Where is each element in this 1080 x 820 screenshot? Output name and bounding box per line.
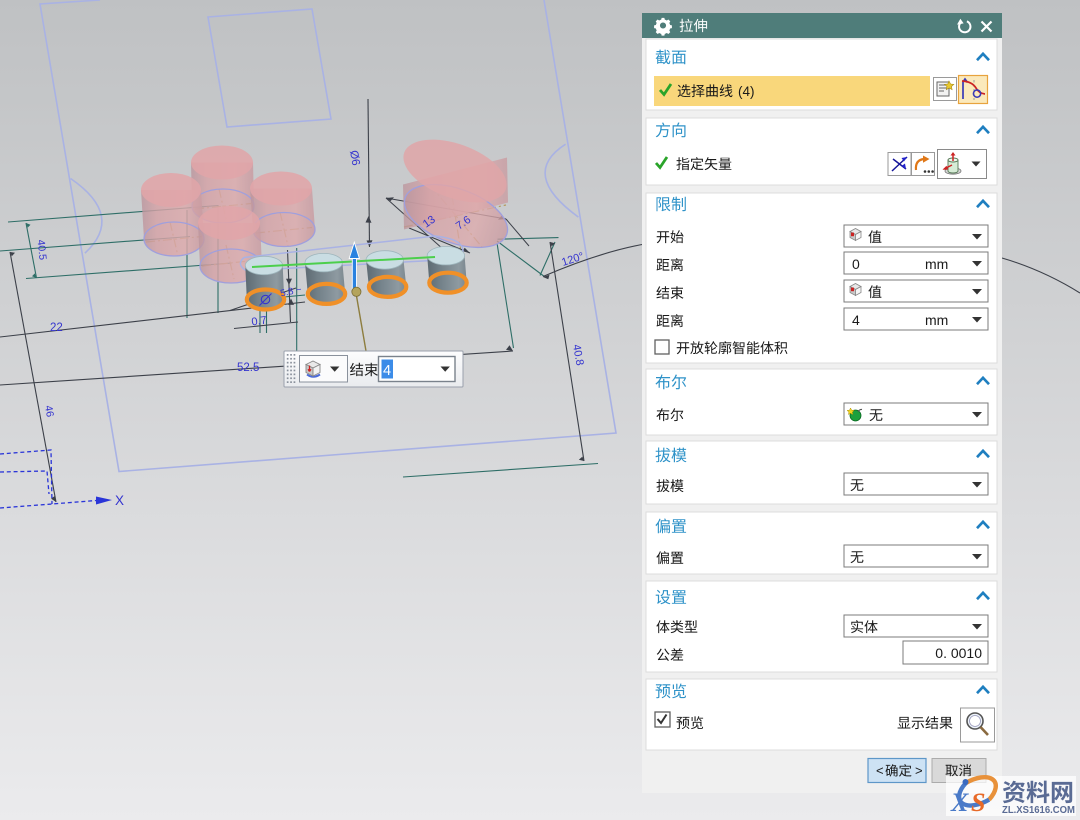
svg-text:>: > bbox=[915, 763, 923, 778]
svg-text:S: S bbox=[971, 788, 985, 817]
svg-text:40.5: 40.5 bbox=[35, 239, 49, 261]
svg-text:mm: mm bbox=[925, 312, 948, 328]
svg-text:0.7: 0.7 bbox=[251, 314, 268, 328]
svg-text:0: 0 bbox=[852, 256, 860, 272]
svg-text:(4): (4) bbox=[738, 84, 755, 99]
svg-text:mm: mm bbox=[925, 256, 948, 272]
svg-text:ZL.XS1616.COM: ZL.XS1616.COM bbox=[1002, 805, 1075, 816]
svg-text:52.5: 52.5 bbox=[237, 362, 259, 374]
svg-text:X: X bbox=[115, 493, 124, 508]
svg-text:X: X bbox=[950, 788, 969, 817]
svg-text:22: 22 bbox=[50, 322, 63, 334]
svg-text:4: 4 bbox=[852, 312, 860, 328]
svg-text:46: 46 bbox=[42, 404, 56, 418]
svg-text:0. 0010: 0. 0010 bbox=[935, 645, 982, 661]
svg-text:4: 4 bbox=[383, 363, 391, 379]
svg-text:<: < bbox=[876, 763, 884, 778]
